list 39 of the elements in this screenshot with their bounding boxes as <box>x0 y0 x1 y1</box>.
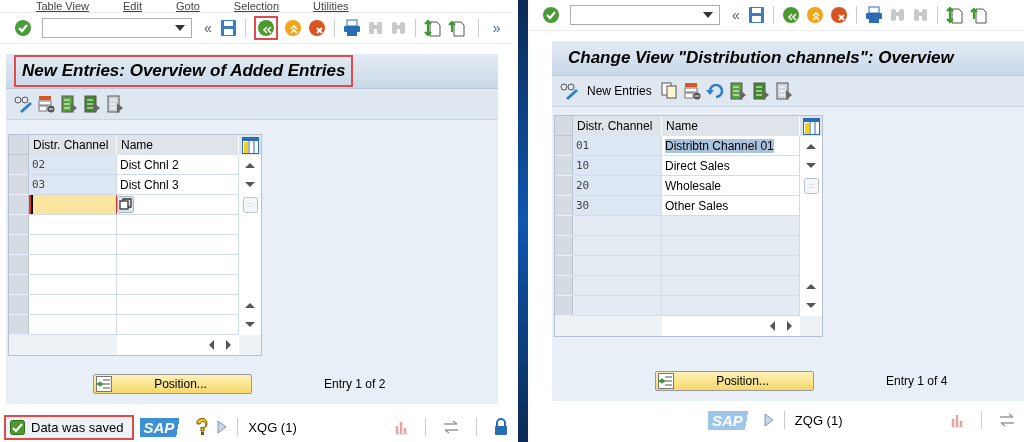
collapse-toggle[interactable]: « <box>730 7 742 23</box>
cell-text: Distribtn Channel 01 <box>665 138 774 153</box>
entry-counter: Entry 1 of 4 <box>886 374 948 388</box>
column-header[interactable]: Distr. Channel <box>573 116 662 136</box>
cell-text: Other Sales <box>665 198 729 213</box>
menu-item[interactable]: Goto <box>175 1 200 12</box>
new-entries-button[interactable]: New Entries <box>583 84 656 98</box>
table-cell: 02 <box>29 155 117 175</box>
more-button[interactable]: » <box>490 20 503 36</box>
table-cell: 03 <box>29 175 117 195</box>
cell-text: Direct Sales <box>665 158 730 173</box>
system-info: ZQG (1) <box>794 412 843 428</box>
column-header[interactable]: Name <box>117 135 239 155</box>
table-cell: 01 <box>573 136 662 156</box>
screen-title: Change View "Distribution channels": Overview <box>567 47 956 69</box>
table-cell: 30 <box>573 196 662 216</box>
column-header[interactable]: Distr. Channel <box>29 135 117 155</box>
table-cell[interactable]: Direct Sales <box>662 156 800 176</box>
table-cell: 10 <box>573 156 662 176</box>
position-button[interactable]: Position... <box>655 371 814 391</box>
table-cell[interactable]: Wholesale <box>662 176 800 196</box>
cell-text: Dist Chnl 3 <box>120 177 179 192</box>
table-cell[interactable]: Dist Chnl 2 <box>117 155 239 175</box>
collapse-toggle[interactable]: « <box>202 20 214 36</box>
cell-text: Wholesale <box>665 178 722 193</box>
table-cell[interactable]: Other Sales <box>662 196 800 216</box>
menu-item[interactable]: Selection <box>233 1 280 12</box>
position-button[interactable]: Position... <box>93 374 252 394</box>
cell-text: Dist Chnl 2 <box>120 157 179 172</box>
column-header[interactable]: Name <box>662 116 800 136</box>
system-info: XQG (1) <box>248 419 297 435</box>
menu-item[interactable]: Edit <box>123 1 142 12</box>
table-cell: 20 <box>573 176 662 196</box>
table-cell[interactable]: Dist Chnl 3 <box>117 175 239 195</box>
menu-item[interactable]: Table View <box>36 1 89 12</box>
status-message: Data was saved <box>6 416 132 438</box>
entry-counter: Entry 1 of 2 <box>324 377 386 391</box>
menu-item[interactable]: Utilities <box>313 1 349 12</box>
table-cell[interactable]: Distribtn Channel 01 <box>662 136 800 156</box>
